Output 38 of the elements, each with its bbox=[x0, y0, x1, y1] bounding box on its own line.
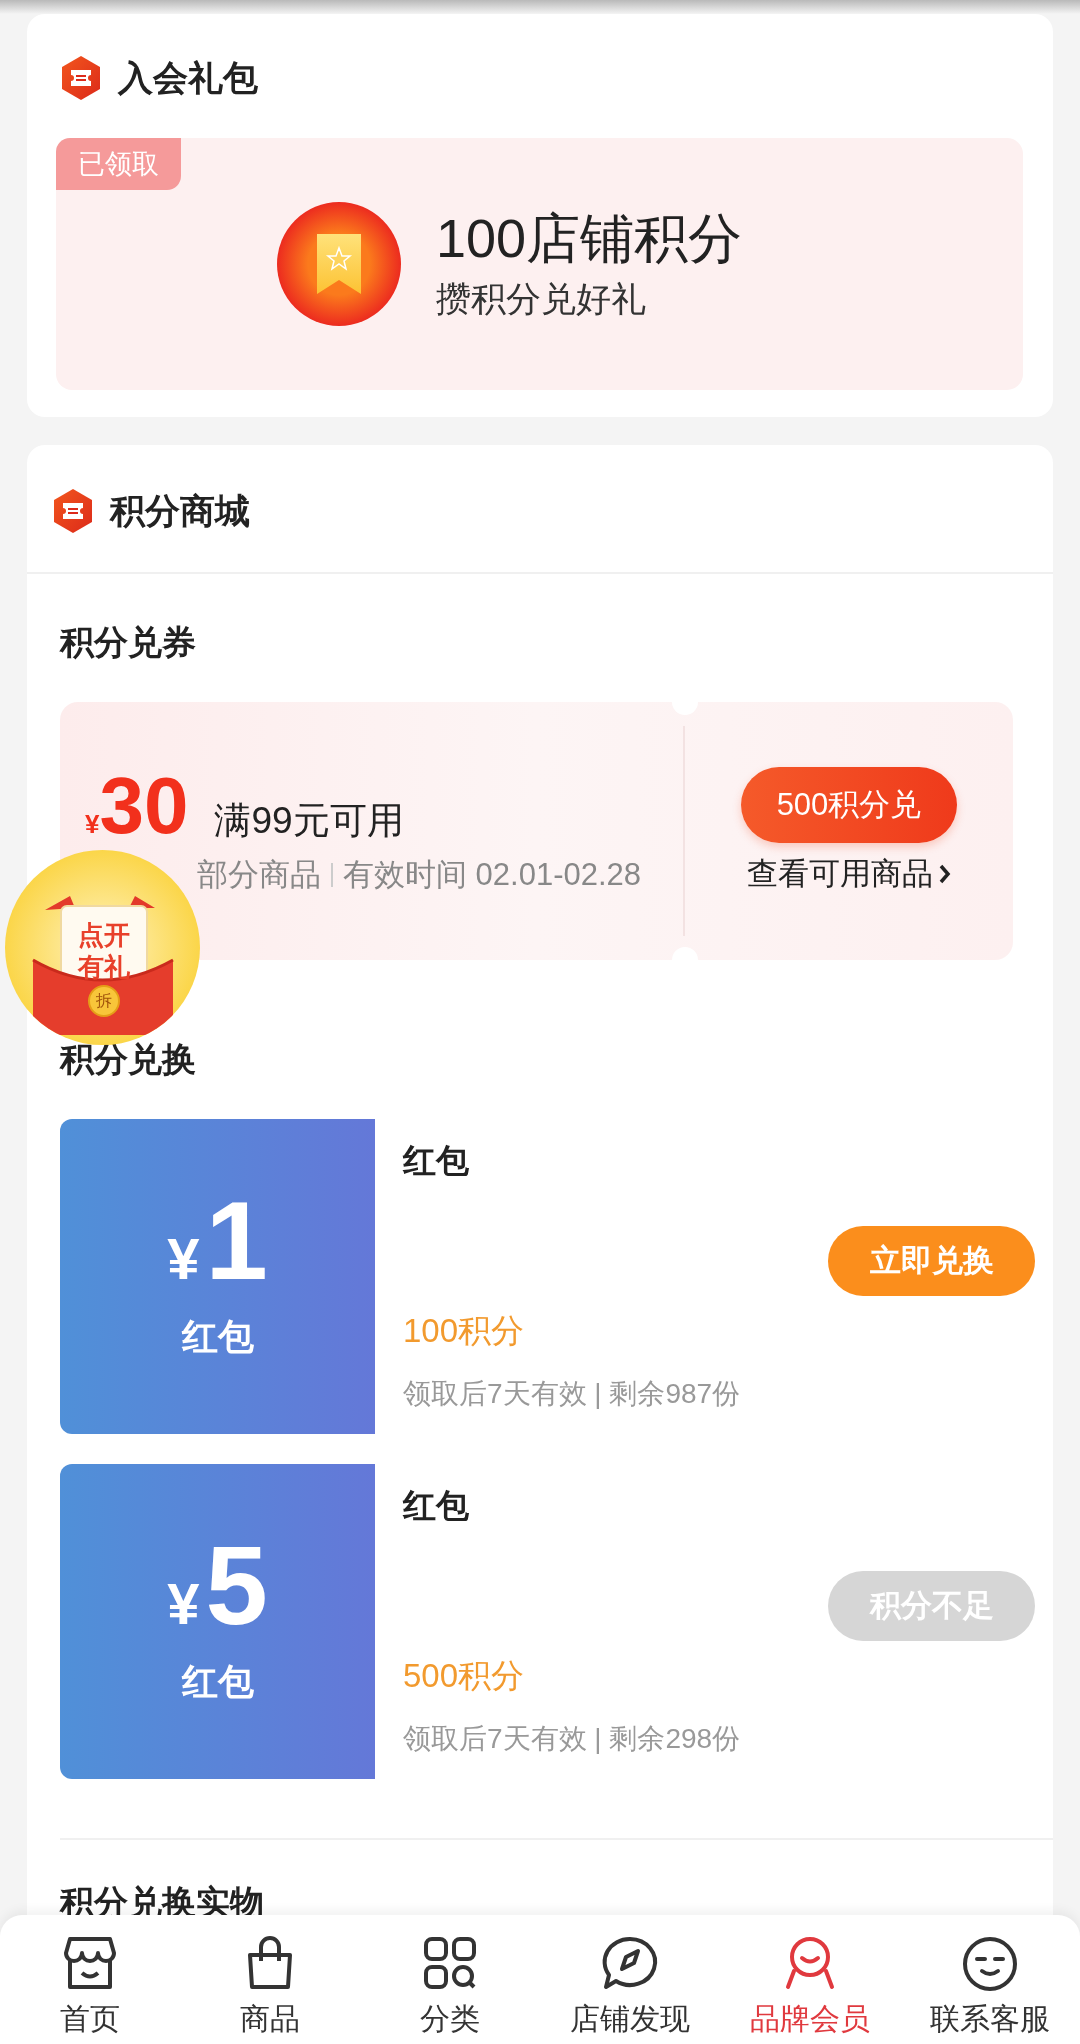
ticket-icon bbox=[52, 488, 94, 534]
gift-label: 点开 bbox=[77, 920, 131, 950]
nav-tab[interactable]: 品牌会员 bbox=[720, 1915, 900, 2044]
item-note: 领取后7天有效 | 剩余987份 bbox=[403, 1377, 741, 1411]
section-title: 入会礼包 bbox=[118, 56, 258, 99]
item-name: 红包 bbox=[403, 1486, 469, 1526]
ticket-icon bbox=[60, 55, 102, 101]
reward-subtitle: 攒积分兑好礼 bbox=[435, 278, 647, 320]
nav-tab[interactable]: 联系客服 bbox=[900, 1915, 1080, 2044]
nav-tab[interactable]: 首页 bbox=[0, 1915, 180, 2044]
tile-label: 红包 bbox=[181, 1660, 254, 1704]
currency-sign: ¥ bbox=[85, 809, 100, 840]
reward-text: 100店铺积分 bbox=[435, 207, 743, 270]
status-badge: 已领取 bbox=[56, 138, 181, 190]
coupon-amount: 30 bbox=[99, 766, 189, 846]
smiley-face-icon bbox=[960, 1935, 1020, 1993]
gift-label: 有礼 bbox=[76, 952, 131, 982]
nav-tab[interactable]: 店铺发现 bbox=[540, 1915, 720, 2044]
packet-amount: 5 bbox=[205, 1536, 268, 1636]
nav-tab[interactable]: 分类 bbox=[360, 1915, 540, 2044]
currency-sign: ¥ bbox=[167, 1225, 200, 1293]
section-title: 积分商城 bbox=[110, 489, 250, 532]
chevron-icon bbox=[939, 863, 951, 885]
seal-label: 拆 bbox=[95, 991, 113, 1011]
tile-label: 红包 bbox=[181, 1315, 254, 1359]
section-heading: 积分兑券 bbox=[58, 622, 197, 663]
redeem-button[interactable]: 500积分兑 bbox=[741, 767, 957, 843]
coupon-condition: 满99元可用 bbox=[214, 799, 404, 843]
currency-sign: ¥ bbox=[167, 1570, 200, 1638]
coupon-scope: 部分商品 bbox=[197, 856, 321, 894]
nav-tab[interactable]: 商品 bbox=[180, 1915, 360, 2044]
points-cost: 100积分 bbox=[403, 1311, 525, 1351]
points-cost: 500积分 bbox=[403, 1656, 525, 1696]
item-name: 红包 bbox=[403, 1141, 469, 1181]
packet-amount: 1 bbox=[205, 1191, 268, 1291]
coupon-validity: 有效时间 02.01-02.28 bbox=[343, 856, 642, 894]
view-products-link[interactable]: 查看可用商品 bbox=[747, 853, 951, 895]
item-note: 领取后7天有效 | 剩余298份 bbox=[403, 1722, 741, 1756]
